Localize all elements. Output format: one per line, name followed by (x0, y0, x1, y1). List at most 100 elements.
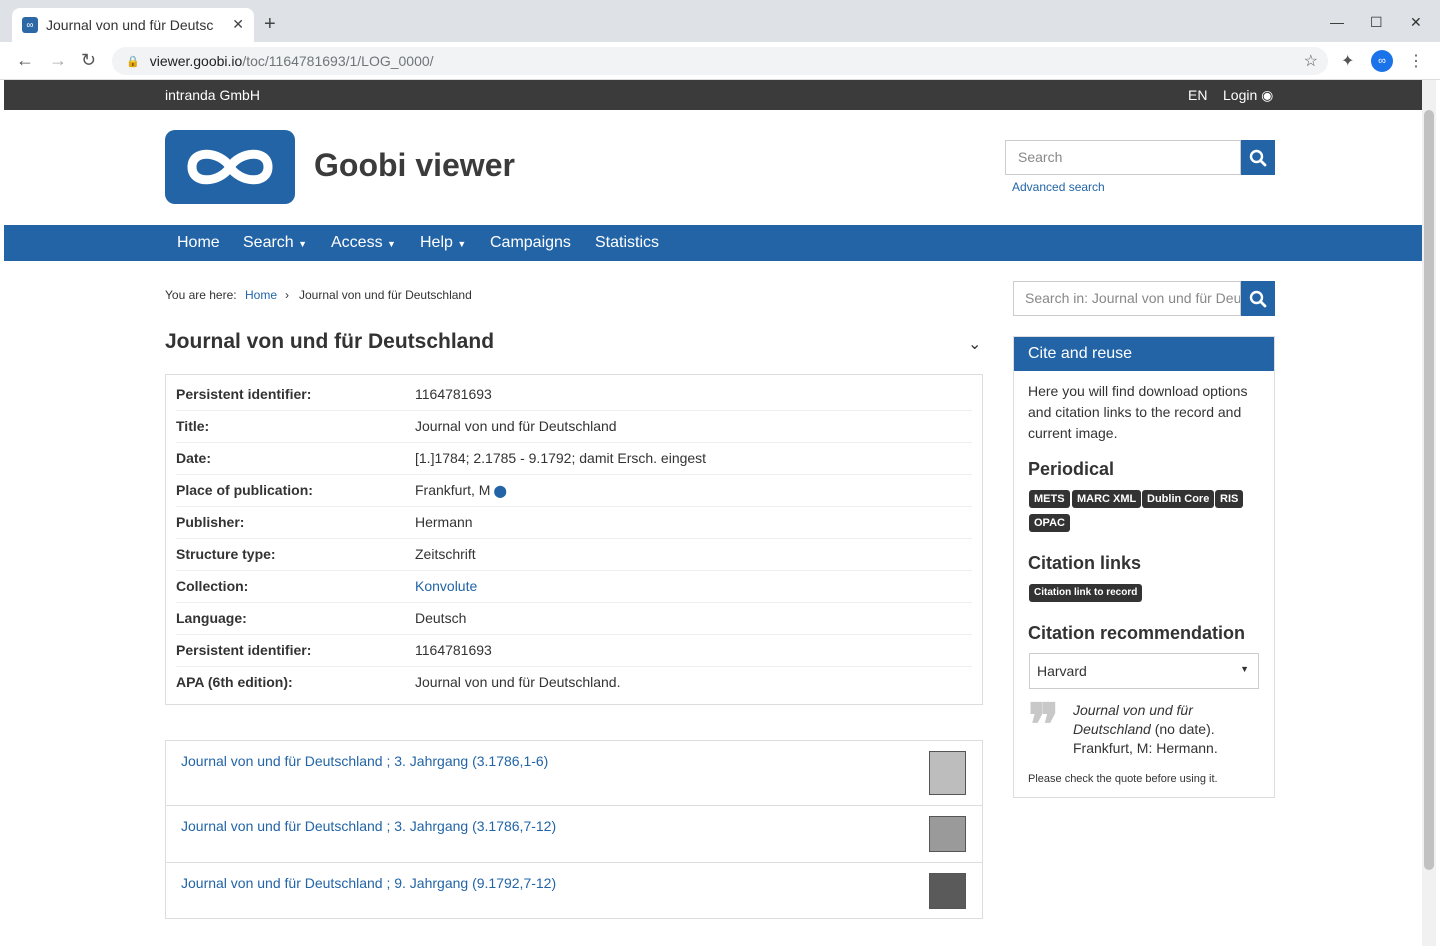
metadata-row: Persistent identifier: 1164781693 (176, 635, 972, 667)
metadata-label: Collection: (176, 578, 249, 594)
metadata-row: Publisher: Hermann (176, 507, 972, 539)
page-scrollbar[interactable] (1422, 80, 1436, 946)
minimize-icon[interactable]: — (1330, 14, 1344, 30)
marcxml-download-badge[interactable]: MARC XML (1072, 490, 1142, 508)
window-close-icon[interactable]: ✕ (1410, 14, 1422, 31)
metadata-value: 1164781693 (415, 386, 492, 402)
search-input[interactable]: Search (1005, 140, 1241, 175)
citation-note: Please check the quote before using it. (1028, 773, 1218, 785)
goobi-extension-icon[interactable]: ∞ (1371, 50, 1393, 72)
metadata-row: Structure type: Zeitschrift (176, 539, 972, 571)
reload-icon[interactable]: ↻ (81, 50, 96, 71)
periodical-heading: Periodical (1028, 459, 1115, 479)
opac-link-badge[interactable]: OPAC (1029, 514, 1070, 532)
nav-access-label: Access (331, 234, 383, 251)
infinity-icon (187, 149, 273, 185)
main-navbar: Home Search ▼ Access ▼ Help ▼ Campaigns … (4, 225, 1422, 261)
toc-thumbnail[interactable] (929, 816, 966, 852)
quote-icon: ❞ (1028, 693, 1060, 758)
toc-link[interactable]: Journal von und für Deutschland ; 9. Jah… (181, 875, 556, 891)
tab-title: Journal von und für Deutsc (46, 17, 214, 33)
org-name: intranda GmbH (165, 87, 260, 103)
metadata-value: Journal von und für Deutschland (415, 418, 617, 434)
cite-reuse-widget: Cite and reuse Here you will find downlo… (1013, 336, 1275, 798)
nav-statistics[interactable]: Statistics (595, 234, 659, 252)
metadata-label: APA (6th edition): (176, 674, 293, 690)
metadata-value: Deutsch (415, 610, 467, 626)
dublincore-download-badge[interactable]: Dublin Core (1142, 490, 1215, 508)
place-value: Frankfurt, M (415, 482, 491, 498)
metadata-row: Persistent identifier: 1164781693 (176, 379, 972, 411)
metadata-row: Collection: Konvolute (176, 571, 972, 603)
url-host: viewer.goobi.io (149, 53, 243, 69)
tab-close-icon[interactable]: ✕ (232, 16, 244, 33)
citation-text: Journal von und für Deutschland (no date… (1073, 701, 1263, 758)
record-search-input[interactable]: Search in: Journal von und für Deutschla… (1013, 281, 1241, 316)
login-label: Login (1223, 87, 1258, 103)
login-link[interactable]: Login ◉ (1223, 87, 1273, 104)
scrollbar-thumb[interactable] (1424, 110, 1434, 870)
metadata-label: Persistent identifier: (176, 386, 312, 402)
toc-list: Journal von und für Deutschland ; 3. Jah… (165, 740, 983, 919)
nav-access[interactable]: Access ▼ (331, 234, 396, 252)
record-title: Journal von und für Deutschland (165, 330, 495, 353)
citation-style-select[interactable]: Harvard ▼ (1029, 653, 1259, 689)
metadata-value: [1.]1784; 2.1785 - 9.1792; damit Ersch. … (415, 450, 707, 466)
new-tab-icon[interactable]: + (264, 14, 276, 34)
metadata-table: Persistent identifier: 1164781693 Title: J… (165, 374, 983, 705)
nav-search-label: Search (243, 234, 294, 251)
metadata-value: Zeitschrift (415, 546, 476, 562)
browser-tab[interactable]: ∞ Journal von und für Deutsc ✕ (12, 8, 254, 42)
page: intranda GmbH EN Login ◉ Goobi viewer Se… (4, 80, 1422, 946)
goobi-favicon-icon: ∞ (22, 17, 38, 33)
top-bar: intranda GmbH EN Login ◉ (4, 80, 1422, 110)
nav-search[interactable]: Search ▼ (243, 234, 307, 252)
back-icon[interactable]: ← (16, 50, 34, 71)
citation-recommendation-heading: Citation recommendation (1028, 623, 1246, 643)
collection-link[interactable]: Konvolute (415, 578, 477, 594)
metadata-label: Place of publication: (176, 482, 313, 498)
caret-down-icon: ▼ (387, 239, 396, 249)
toc-link[interactable]: Journal von und für Deutschland ; 3. Jah… (181, 818, 556, 834)
metadata-label: Structure type: (176, 546, 276, 562)
nav-help[interactable]: Help ▼ (420, 234, 466, 252)
nav-help-label: Help (420, 234, 453, 251)
citation-link-badge[interactable]: Citation link to record (1029, 584, 1143, 602)
citation-links-heading: Citation links (1028, 553, 1142, 573)
metadata-label: Publisher: (176, 514, 245, 530)
metadata-label: Language: (176, 610, 247, 626)
search-icon (1249, 290, 1267, 307)
breadcrumb-current: Journal von und für Deutschland (299, 288, 472, 302)
metadata-row: Date: [1.]1784; 2.1785 - 9.1792; damit Er… (176, 443, 972, 475)
language-switch[interactable]: EN (1188, 87, 1207, 103)
citation-style-value: Harvard (1037, 663, 1087, 679)
metadata-row: Language: Deutsch (176, 603, 972, 635)
goobi-logo[interactable] (165, 130, 295, 204)
toc-thumbnail[interactable] (929, 751, 966, 795)
map-pin-icon[interactable]: ⬤ (493, 484, 506, 498)
record-search-button[interactable] (1241, 281, 1275, 316)
user-icon: ◉ (1261, 87, 1274, 103)
breadcrumb-home[interactable]: Home (245, 288, 277, 302)
menu-kebab-icon[interactable]: ⋮ (1408, 51, 1424, 71)
address-bar[interactable]: 🔒 viewer.goobi.io /toc/1164781693/1/LOG_… (112, 47, 1328, 75)
advanced-search-link[interactable]: Advanced search (1012, 180, 1105, 194)
search-button[interactable] (1241, 140, 1275, 175)
site-title[interactable]: Goobi viewer (314, 147, 515, 184)
metadata-label: Persistent identifier: (176, 642, 312, 658)
maximize-icon[interactable]: ☐ (1370, 14, 1383, 31)
toc-link[interactable]: Journal von und für Deutschland ; 3. Jah… (181, 753, 548, 769)
nav-campaigns[interactable]: Campaigns (490, 234, 571, 252)
forward-icon[interactable]: → (49, 50, 67, 71)
metadata-label: Title: (176, 418, 210, 434)
metadata-value: Journal von und für Deutschland. (415, 674, 621, 690)
toc-item: Journal von und für Deutschland ; 3. Jah… (166, 741, 982, 806)
ris-download-badge[interactable]: RIS (1215, 490, 1244, 508)
toc-thumbnail[interactable] (929, 873, 966, 909)
nav-home[interactable]: Home (177, 234, 220, 252)
breadcrumb-separator: › (285, 288, 289, 302)
chevron-down-icon[interactable]: ⌄ (968, 334, 981, 354)
extensions-icon[interactable]: ✦ (1341, 51, 1354, 71)
bookmark-star-icon[interactable]: ☆ (1304, 51, 1318, 71)
mets-download-badge[interactable]: METS (1029, 490, 1070, 508)
